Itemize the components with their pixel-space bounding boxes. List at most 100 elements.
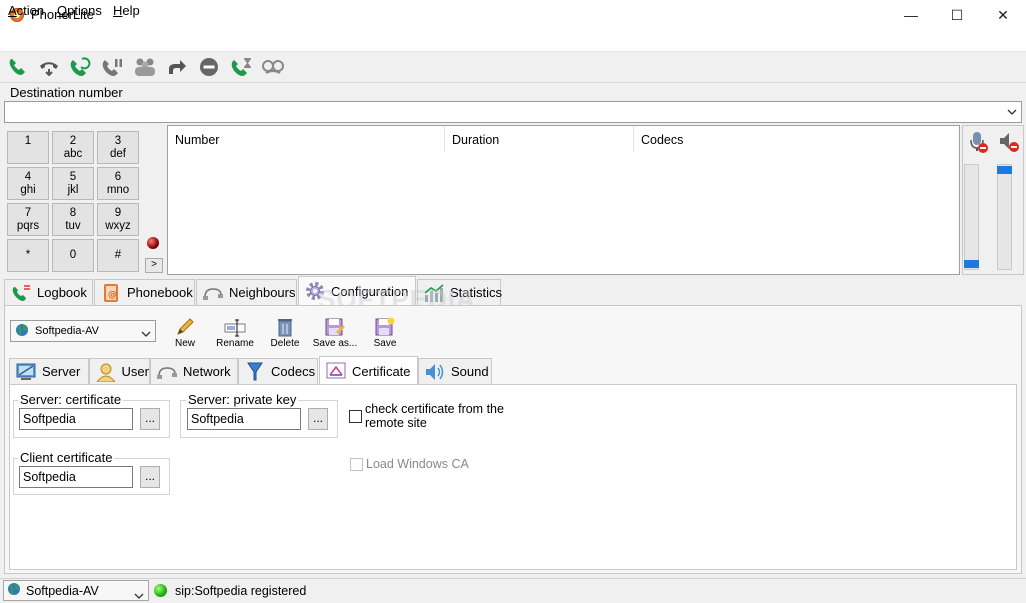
- client-certificate-label: Client certificate: [18, 450, 115, 465]
- menu-action[interactable]: Action: [8, 3, 44, 18]
- tab-logbook[interactable]: Logbook: [4, 279, 93, 305]
- column-duration[interactable]: Duration: [445, 126, 634, 152]
- menu-options[interactable]: Options: [57, 3, 102, 18]
- hangup-icon[interactable]: [36, 55, 62, 79]
- tab-codecs-label: Codecs: [271, 364, 316, 379]
- load-windows-ca-label: Load Windows CA: [366, 457, 469, 471]
- call-icon[interactable]: [4, 55, 30, 79]
- server-certificate-browse-button[interactable]: ...: [140, 408, 160, 430]
- client-certificate-browse-button[interactable]: ...: [140, 466, 160, 488]
- server-private-key-label: Server: private key: [186, 392, 299, 407]
- server-private-key-input[interactable]: Softpedia: [187, 408, 301, 430]
- registration-status-icon: [154, 584, 167, 597]
- status-profile-value: Softpedia-AV: [26, 583, 99, 598]
- tab-codecs[interactable]: Codecs: [238, 358, 318, 384]
- conference-icon[interactable]: [132, 55, 158, 79]
- key-8[interactable]: 8 tuv: [52, 203, 94, 236]
- tab-user-label: User: [121, 364, 149, 379]
- user-icon: [95, 362, 117, 382]
- hold-icon[interactable]: [99, 55, 125, 79]
- chevron-down-icon: [134, 588, 144, 602]
- block-icon[interactable]: [196, 55, 222, 79]
- pencil-icon: [161, 314, 209, 338]
- tab-neighbours-label: Neighbours: [229, 285, 296, 300]
- status-text: sip:Softpedia registered: [175, 584, 307, 598]
- key-1[interactable]: 1: [7, 131, 49, 164]
- trash-icon: [261, 314, 309, 338]
- call-list[interactable]: Number Duration Codecs: [167, 125, 960, 275]
- rename-button[interactable]: Rename: [211, 314, 259, 349]
- svg-text:@: @: [108, 290, 117, 300]
- check-remote-certificate-label: check certificate from the remote site: [365, 402, 504, 430]
- key-hash[interactable]: #: [97, 239, 139, 272]
- destination-label: Destination number: [10, 85, 123, 100]
- key-6[interactable]: 6 mno: [97, 167, 139, 200]
- tab-user[interactable]: User: [89, 358, 150, 384]
- tab-phonebook-label: Phonebook: [127, 285, 193, 300]
- check-remote-certificate-checkbox[interactable]: [349, 410, 362, 423]
- key-3[interactable]: 3 def: [97, 131, 139, 164]
- network-cable-icon: [202, 283, 224, 303]
- key-star[interactable]: *: [7, 239, 49, 272]
- destination-dropdown-button[interactable]: [1003, 102, 1021, 122]
- speaker-icon: [424, 362, 446, 382]
- network-cable-icon: [156, 362, 178, 382]
- more-button[interactable]: >: [145, 258, 163, 273]
- anonymous-icon[interactable]: [260, 55, 286, 79]
- column-number[interactable]: Number: [168, 126, 445, 152]
- server-certificate-input[interactable]: Softpedia: [19, 408, 133, 430]
- tab-phonebook[interactable]: @ Phonebook: [94, 279, 195, 305]
- delete-button[interactable]: Delete: [261, 314, 309, 349]
- phonebook-icon: @: [100, 283, 122, 303]
- maximize-button[interactable]: ☐: [934, 0, 980, 30]
- speaker-volume-thumb[interactable]: [997, 166, 1012, 174]
- server-icon: [15, 362, 37, 382]
- server-private-key-browse-button[interactable]: ...: [308, 408, 328, 430]
- globe-icon: [7, 582, 21, 599]
- speaker-volume-slider[interactable]: [997, 164, 1012, 270]
- microphone-mute-icon[interactable]: [967, 130, 989, 157]
- profile-select-value: Softpedia-AV: [35, 325, 100, 337]
- column-codecs[interactable]: Codecs: [634, 126, 959, 152]
- menu-help[interactable]: Help: [113, 3, 140, 18]
- tab-neighbours[interactable]: Neighbours: [196, 279, 297, 305]
- destination-input[interactable]: [4, 101, 1022, 123]
- key-7[interactable]: 7 pqrs: [7, 203, 49, 236]
- tab-logbook-label: Logbook: [37, 285, 87, 300]
- key-2[interactable]: 2 abc: [52, 131, 94, 164]
- tab-network[interactable]: Network: [150, 358, 238, 384]
- transfer-icon[interactable]: [164, 55, 190, 79]
- tab-sound-label: Sound: [451, 364, 489, 379]
- speaker-mute-icon[interactable]: [997, 130, 1021, 157]
- key-9[interactable]: 9 wxyz: [97, 203, 139, 236]
- key-4[interactable]: 4 ghi: [7, 167, 49, 200]
- redial-icon[interactable]: [67, 55, 93, 79]
- record-indicator-icon[interactable]: [147, 237, 159, 249]
- chevron-down-icon: [1007, 109, 1017, 115]
- tab-sound[interactable]: Sound: [418, 358, 492, 384]
- tab-server[interactable]: Server: [9, 358, 89, 384]
- key-0[interactable]: 0: [52, 239, 94, 272]
- title-bar: [0, 0, 1026, 30]
- globe-icon: [15, 323, 29, 340]
- new-button[interactable]: New: [161, 314, 209, 349]
- save-as-icon: [311, 314, 359, 338]
- call-wait-icon[interactable]: [228, 55, 254, 79]
- close-button[interactable]: ✕: [980, 0, 1026, 30]
- load-windows-ca-checkbox[interactable]: [350, 458, 363, 471]
- profile-select[interactable]: Softpedia-AV: [10, 320, 156, 342]
- certificate-icon: [325, 361, 347, 381]
- save-as-button[interactable]: Save as...: [311, 314, 359, 349]
- client-certificate-input[interactable]: Softpedia: [19, 466, 133, 488]
- status-profile-select[interactable]: Softpedia-AV: [3, 580, 149, 601]
- key-5[interactable]: 5 jkl: [52, 167, 94, 200]
- microphone-volume-slider[interactable]: [964, 164, 979, 270]
- tab-certificate[interactable]: Certificate: [319, 356, 418, 385]
- rename-icon: [211, 314, 259, 338]
- tab-certificate-label: Certificate: [352, 363, 411, 379]
- save-icon: [361, 314, 409, 338]
- save-button[interactable]: Save: [361, 314, 409, 349]
- microphone-volume-thumb[interactable]: [964, 260, 979, 268]
- menu-bar: [0, 30, 1026, 51]
- minimize-button[interactable]: —: [888, 0, 934, 30]
